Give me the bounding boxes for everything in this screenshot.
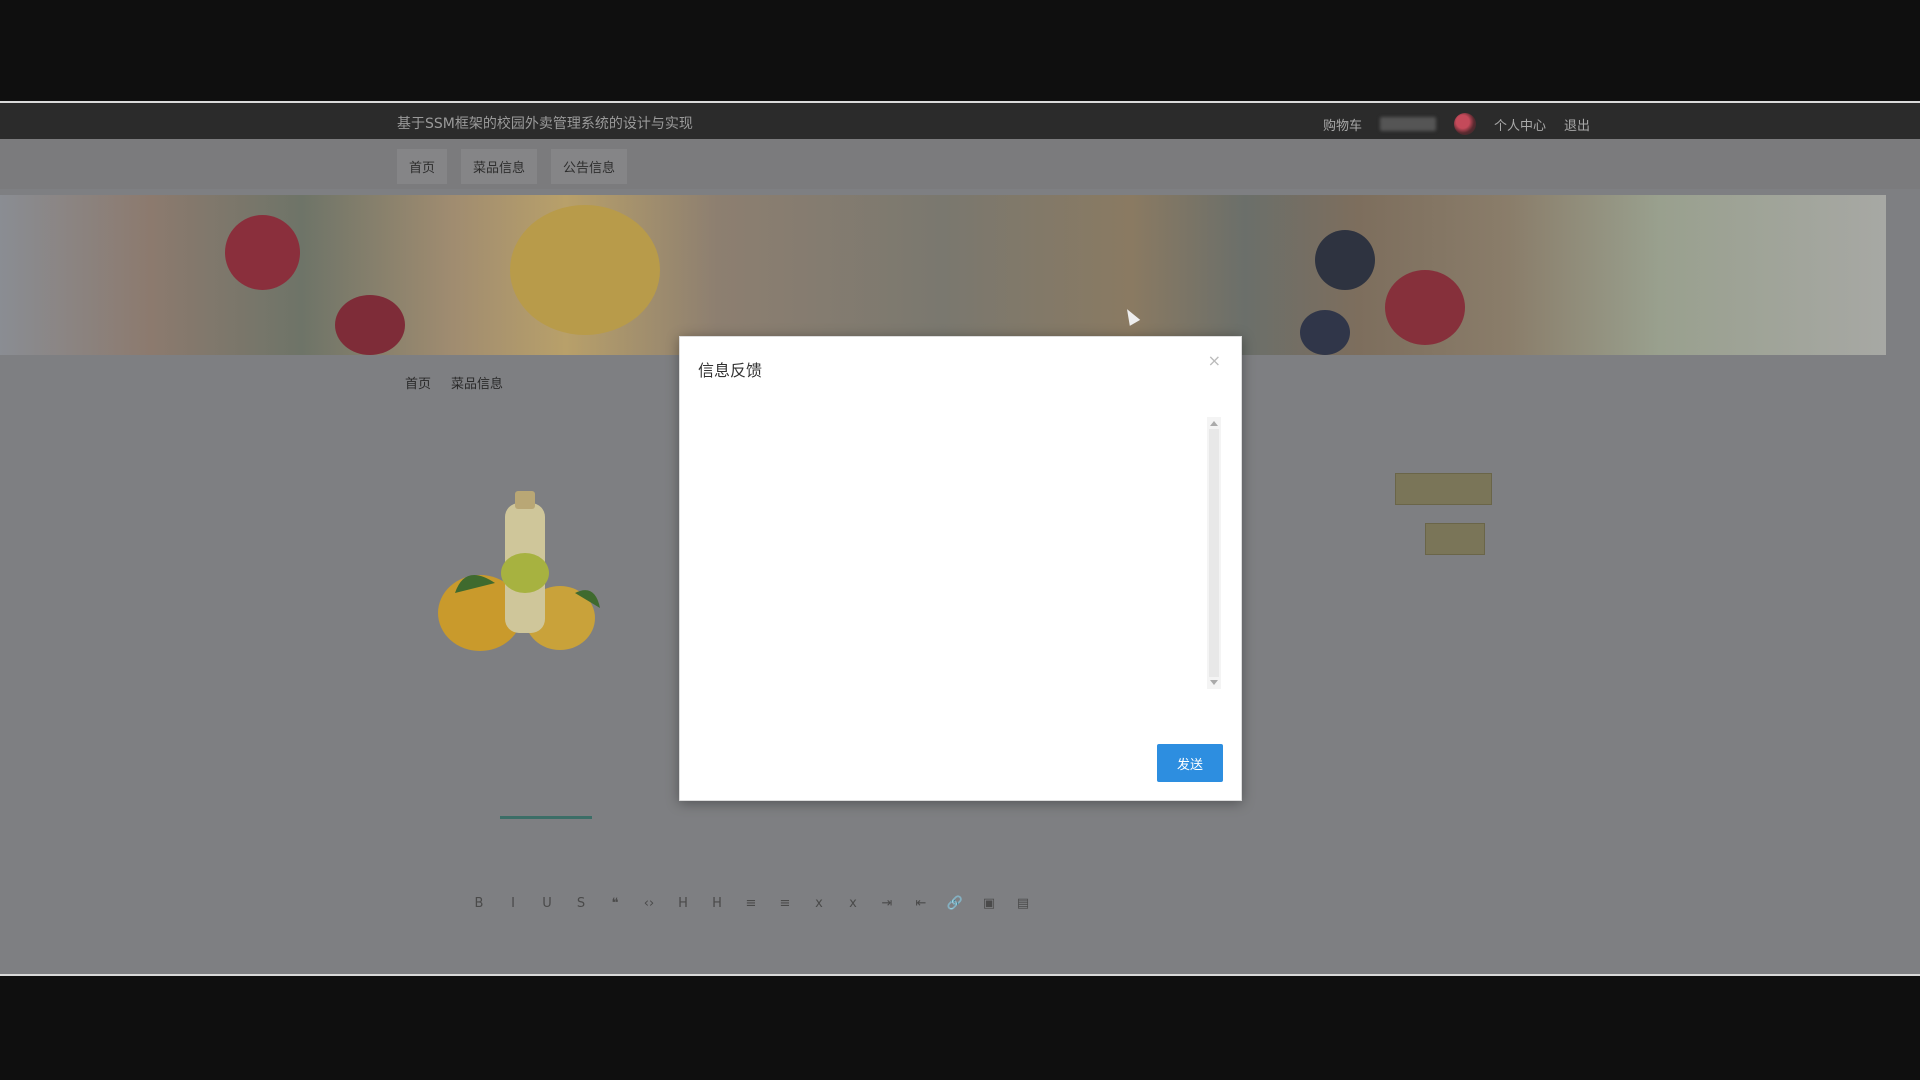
heading2-icon[interactable]: H — [708, 893, 726, 943]
avatar[interactable] — [1453, 113, 1476, 135]
editor-toolbar: B I U S ❝ ‹› H H ≡ ≡ x x ⇥ ⇤ 🔗 ▣ ▤ — [470, 893, 1470, 943]
raspberry-1 — [225, 215, 300, 290]
message-input[interactable] — [702, 745, 1086, 769]
tab-active-indicator — [500, 816, 592, 819]
nav-item-dishes[interactable]: 菜品信息 — [461, 149, 538, 184]
indent-icon[interactable]: ⇥ — [878, 893, 896, 943]
ordered-list-icon[interactable]: ≡ — [742, 893, 760, 943]
bullet-list-icon[interactable]: ≡ — [776, 893, 794, 943]
top-bar: 基于SSM框架的校园外卖管理系统的设计与实现 购物车 个人中心 退出 — [0, 103, 1920, 139]
main-nav: 首页 菜品信息 公告信息 — [0, 139, 1920, 189]
send-button[interactable]: 发送 — [1157, 744, 1223, 782]
action-button-2[interactable] — [1425, 523, 1485, 555]
superscript-icon[interactable]: x — [844, 893, 862, 943]
site-title: 基于SSM框架的校园外卖管理系统的设计与实现 — [397, 116, 693, 132]
subscript-icon[interactable]: x — [810, 893, 828, 943]
feedback-dialog: 信息反馈 × 发送 — [679, 336, 1242, 801]
scroll-down-icon[interactable] — [1210, 680, 1218, 685]
code-icon[interactable]: ‹› — [640, 893, 658, 943]
link-icon[interactable]: 🔗 — [946, 893, 964, 943]
message-area — [692, 419, 1217, 689]
action-button-1[interactable] — [1395, 473, 1492, 505]
italic-icon[interactable]: I — [504, 893, 522, 943]
lemon — [510, 205, 660, 335]
breadcrumb: 首页 菜品信息 — [405, 373, 503, 392]
product-image — [438, 491, 600, 651]
scroll-thumb[interactable] — [1209, 429, 1219, 677]
raspberry-3 — [1385, 270, 1465, 345]
video-icon[interactable]: ▤ — [1014, 893, 1032, 943]
bold-icon[interactable]: B — [470, 893, 488, 943]
breadcrumb-dishes[interactable]: 菜品信息 — [451, 373, 503, 392]
personal-center-link[interactable]: 个人中心 — [1494, 115, 1546, 134]
image-icon[interactable]: ▣ — [980, 893, 998, 943]
nav-item-notices[interactable]: 公告信息 — [551, 149, 628, 184]
heading1-icon[interactable]: H — [674, 893, 692, 943]
dialog-title: 信息反馈 — [698, 361, 763, 380]
cart-link[interactable]: 购物车 — [1323, 115, 1362, 134]
raspberry-2 — [335, 295, 405, 355]
breadcrumb-home[interactable]: 首页 — [405, 373, 431, 392]
username-blurred — [1379, 117, 1436, 131]
message-scrollbar[interactable] — [1207, 417, 1221, 689]
hero-banner — [0, 195, 1886, 355]
quote-icon[interactable]: ❝ — [606, 893, 624, 943]
browser-viewport: 基于SSM框架的校园外卖管理系统的设计与实现 购物车 个人中心 退出 首页 菜品… — [0, 101, 1920, 976]
blueberry-2 — [1300, 310, 1350, 355]
nav-item-home[interactable]: 首页 — [397, 149, 448, 184]
outdent-icon[interactable]: ⇤ — [912, 893, 930, 943]
logout-link[interactable]: 退出 — [1564, 115, 1590, 134]
top-links: 购物车 个人中心 退出 — [1323, 113, 1590, 135]
blueberry-1 — [1315, 230, 1375, 290]
close-icon[interactable]: × — [1208, 351, 1221, 370]
underline-icon[interactable]: U — [538, 893, 556, 943]
scroll-up-icon[interactable] — [1210, 421, 1218, 426]
strikethrough-icon[interactable]: S — [572, 893, 590, 943]
